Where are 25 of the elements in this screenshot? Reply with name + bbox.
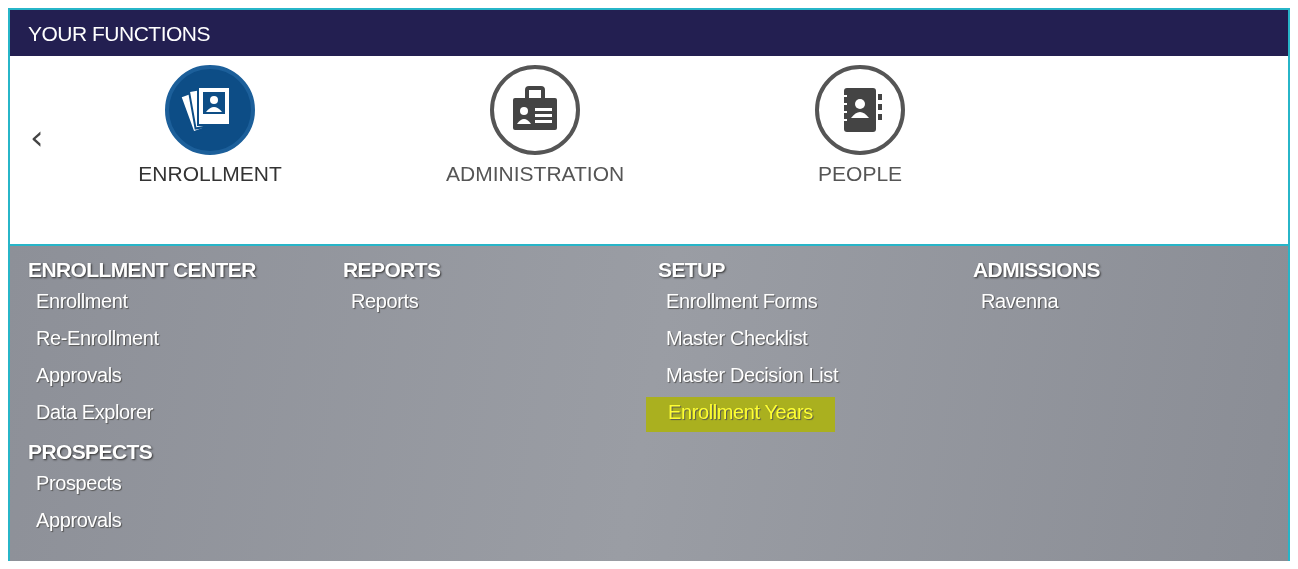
menu-link[interactable]: Enrollment Forms xyxy=(658,286,826,317)
menu-link[interactable]: Master Checklist xyxy=(658,323,816,354)
menu-link[interactable]: Enrollment Years xyxy=(646,397,835,432)
menu-link[interactable]: Reports xyxy=(343,286,427,317)
section-heading: ADMISSIONS xyxy=(973,258,1100,282)
panel-title: YOUR FUNCTIONS xyxy=(27,21,210,46)
menu-link[interactable]: Master Decision List xyxy=(658,360,847,391)
menu-link[interactable]: Ravenna xyxy=(973,286,1067,317)
menu-link[interactable]: Enrollment xyxy=(28,286,136,317)
menu-link[interactable]: Approvals xyxy=(28,360,130,391)
previous-button[interactable]: ‹ xyxy=(26,120,48,154)
section-heading: REPORTS xyxy=(343,258,441,282)
section-heading: PROSPECTS xyxy=(28,440,153,464)
section-heading: SETUP xyxy=(658,258,725,282)
photo-stack-icon xyxy=(164,64,257,156)
address-book-icon xyxy=(814,64,907,156)
function-tile[interactable]: ENROLLMENT xyxy=(47,64,373,186)
function-tile[interactable]: PEOPLE xyxy=(697,64,1023,186)
section-heading: ENROLLMENT CENTER xyxy=(28,258,256,282)
id-badge-icon xyxy=(489,64,582,156)
function-tile[interactable]: ADMINISTRATION xyxy=(372,64,698,186)
menu-link[interactable]: Prospects xyxy=(28,468,130,499)
menu-link[interactable]: Data Explorer xyxy=(28,397,162,428)
menu-link[interactable]: Approvals xyxy=(28,505,130,536)
menu-link[interactable]: Re-Enrollment xyxy=(28,323,167,354)
